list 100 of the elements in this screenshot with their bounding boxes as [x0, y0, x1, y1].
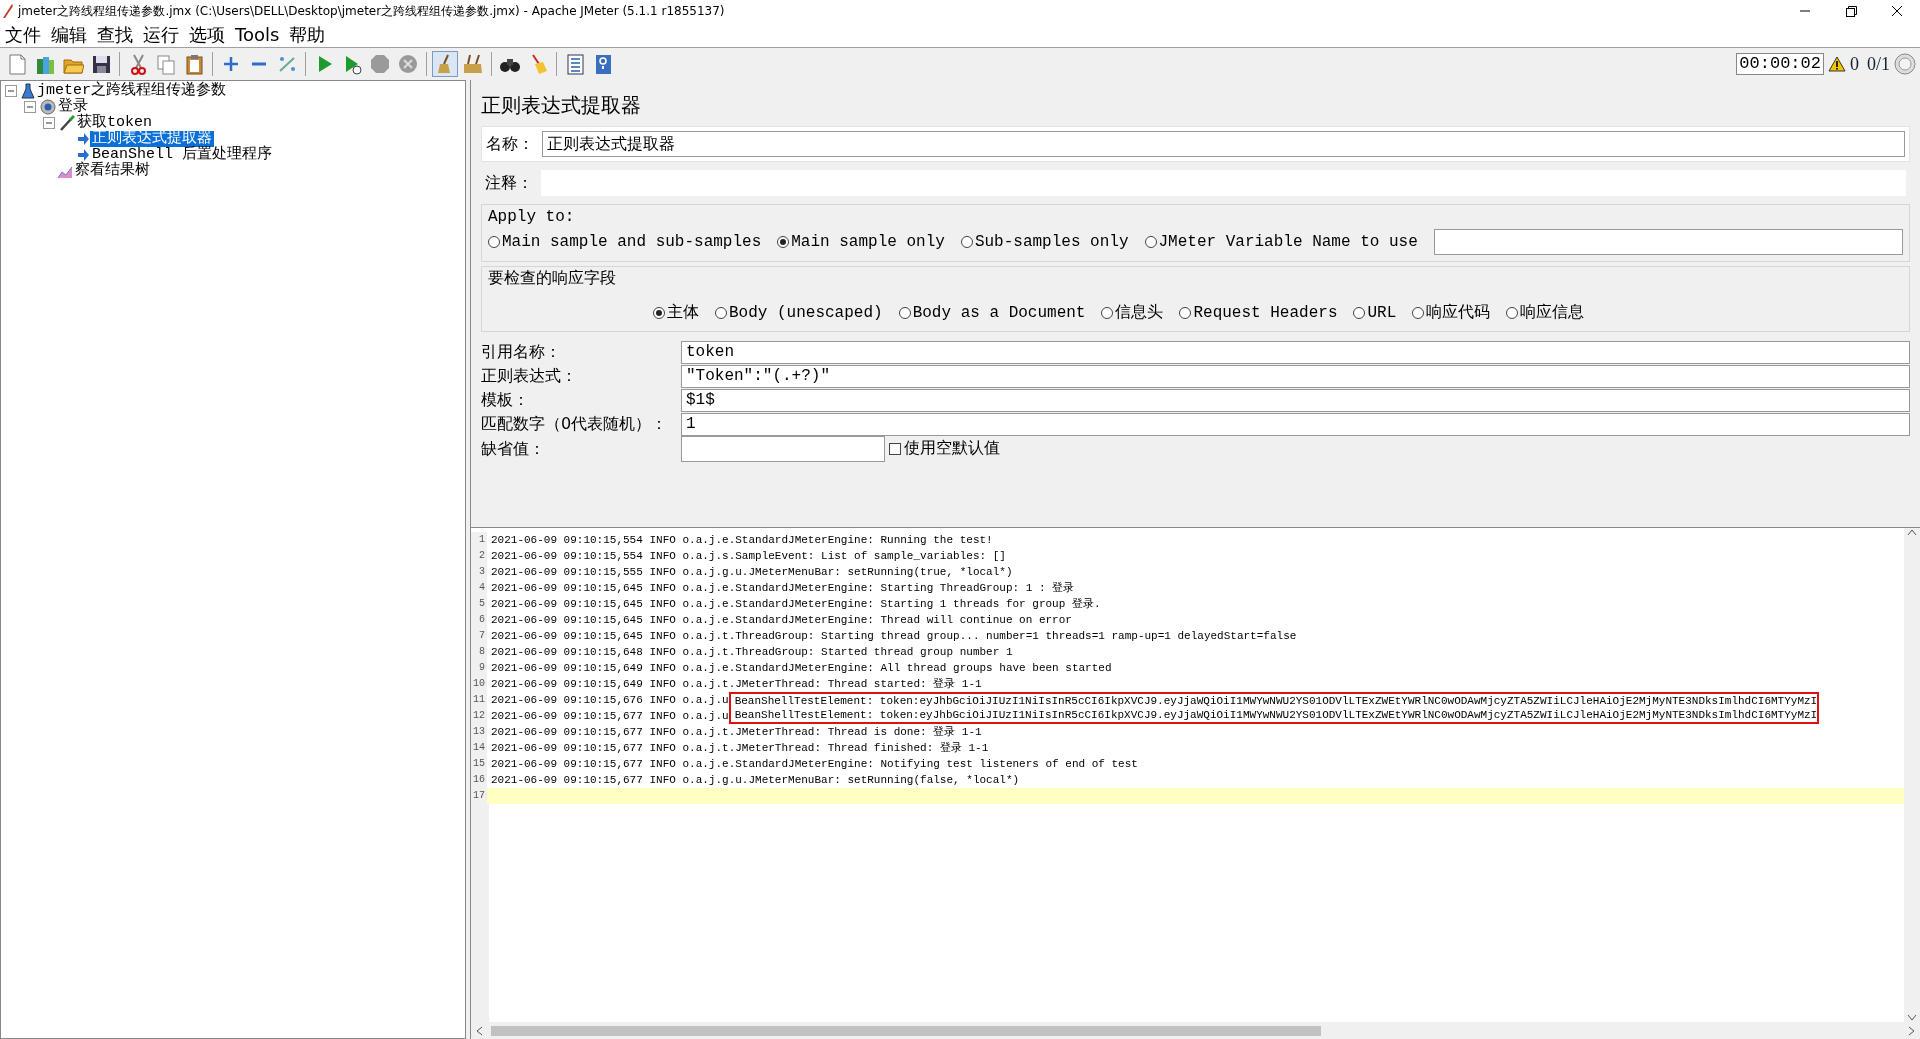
line-number: 12 [471, 708, 487, 724]
field-label: 引用名称： [481, 341, 562, 363]
log-line: 2021-06-09 09:10:15,676 INFO o.a.j.u [490, 693, 729, 708]
save-icon [90, 53, 112, 75]
tree-item[interactable]: 获取token [75, 115, 154, 131]
line-number: 3 [471, 564, 487, 580]
menu-item[interactable]: 选项 [184, 22, 230, 47]
radio-option[interactable]: 主体 [653, 301, 699, 325]
warning-count: 0 [1850, 52, 1859, 76]
log-line: 2021-06-09 09:10:15,554 INFO o.a.j.e.StandardJMeterEngine: Running the test! [490, 533, 993, 548]
arrow-icon [76, 147, 90, 163]
radio-option[interactable]: Main sample only [777, 230, 945, 254]
radio-option[interactable]: 响应代码 [1412, 301, 1491, 325]
list-icon [564, 53, 586, 75]
scroll-up-icon[interactable] [1907, 528, 1917, 536]
text-field[interactable]: 1 [681, 412, 1910, 436]
log-line: 2021-06-09 09:10:15,649 INFO o.a.j.t.JMeterThread: Thread started: 登录 1-1 [490, 677, 982, 692]
variable-name-field[interactable] [1433, 229, 1903, 255]
line-number: 13 [471, 724, 487, 740]
tree-item[interactable]: jmeter之跨线程组传递参数 [35, 83, 228, 99]
tree-item[interactable]: 察看结果树 [73, 163, 152, 179]
collapse-toggle-icon[interactable] [43, 116, 56, 130]
log-line: 2021-06-09 09:10:15,677 INFO o.a.j.t.JMeterThread: Thread is done: 登录 1-1 [490, 725, 982, 740]
radio-option[interactable]: URL [1353, 301, 1397, 325]
scroll-left-icon[interactable] [475, 1025, 483, 1036]
line-number: 5 [471, 596, 487, 612]
line-number: 8 [471, 644, 487, 660]
log-line: BeanShellTestElement: token:eyJhbGciOiJIUzI1NiIsInR5cCI6IkpXVCJ9.eyJjaWQiOiI1MWYwNWU2YS01ODVlLTExZWEtYWRlNC0wODAwMjcyZTA5ZWIiLCJleHAiOjE2MjMyNTE3NDksImlhdCI6MTYyMzI [733, 694, 1818, 708]
name-field[interactable]: 正则表达式提取器 [542, 131, 1905, 157]
line-number: 6 [471, 612, 487, 628]
menu-item[interactable]: 文件 [0, 22, 46, 47]
field-label: 匹配数字（0代表随机）： [481, 413, 669, 435]
log-line: 2021-06-09 09:10:15,645 INFO o.a.j.e.StandardJMeterEngine: Starting ThreadGroup: 1 : 登录 [490, 581, 1075, 596]
scrollbar-thumb[interactable] [491, 1025, 1321, 1036]
warning-icon [1828, 56, 1846, 72]
status-indicator-icon [1894, 53, 1916, 75]
flask-icon [21, 83, 35, 99]
log-line: 2021-06-09 09:10:15,677 INFO o.a.j.u [490, 709, 729, 724]
line-number: 11 [471, 692, 487, 708]
log-line: 2021-06-09 09:10:15,677 INFO o.a.j.e.StandardJMeterEngine: Notifying test listeners of end of test [490, 757, 1138, 772]
minus-icon [252, 62, 266, 66]
menu-item[interactable]: 运行 [138, 22, 184, 47]
text-field[interactable]: $1$ [681, 388, 1910, 412]
log-line: BeanShellTestElement: token:eyJhbGciOiJIUzI1NiIsInR5cCI6IkpXVCJ9.eyJjaWQiOiI1MWYwNWU2YS01ODVlLTExZWEtYWRlNC0wODAwMjcyZTA5ZWIiLCJleHAiOjE2MjMyNTE3NDksImlhdCI6MTYyMzI [733, 708, 1818, 722]
field-label: 名称： [486, 133, 534, 155]
line-number: 16 [471, 772, 487, 788]
line-number: 10 [471, 676, 487, 692]
brooms-icon [462, 53, 484, 75]
field-label: 正则表达式： [481, 365, 578, 387]
radio-option[interactable]: Body as a Document [898, 301, 1086, 325]
stop-icon [369, 53, 391, 75]
field-label: 注释： [485, 172, 533, 194]
log-line: 2021-06-09 09:10:15,677 INFO o.a.j.t.JMeterThread: Thread finished: 登录 1-1 [490, 741, 989, 756]
minimize-icon [1800, 10, 1810, 12]
radio-option[interactable]: Request Headers [1179, 301, 1338, 325]
radio-option[interactable]: Main sample and sub-samples [488, 230, 762, 254]
checkbox-option[interactable]: 使用空默认值 [889, 437, 1000, 461]
line-number: 9 [471, 660, 487, 676]
menu-item[interactable]: 查找 [92, 22, 138, 47]
new-file-icon [6, 53, 28, 75]
line-number: 17 [471, 788, 487, 804]
radio-option[interactable]: JMeter Variable Name to use [1144, 230, 1418, 254]
scroll-down-icon[interactable] [1907, 1014, 1917, 1022]
log-line: 2021-06-09 09:10:15,645 INFO o.a.j.e.StandardJMeterEngine: Thread will continue on error [490, 613, 1072, 628]
line-number: 15 [471, 756, 487, 772]
log-line: 2021-06-09 09:10:15,677 INFO o.a.j.g.u.JMeterMenuBar: setRunning(false, *local*) [490, 773, 1020, 788]
menu-item[interactable]: 编辑 [46, 22, 92, 47]
thread-count: 0/1 [1867, 52, 1890, 76]
group-title: Apply to: [488, 207, 576, 228]
pipette-icon [59, 115, 75, 131]
line-number: 4 [471, 580, 487, 596]
broom-button[interactable] [432, 51, 458, 77]
menu-item[interactable]: 帮助 [284, 22, 331, 47]
window-title: jmeter之跨线程组传递参数.jmx (C:\Users\DELL\Desktop\jmeter之跨线程组传递参数.jmx) - Apache JMeter (5.1.1 r1855137) [16, 3, 725, 20]
gear-icon [40, 99, 56, 115]
elapsed-time: 00:00:02 [1736, 53, 1824, 75]
radio-option[interactable]: 信息头 [1101, 301, 1164, 325]
log-line: 2021-06-09 09:10:15,648 INFO o.a.j.t.ThreadGroup: Started thread group number 1 [490, 645, 1013, 660]
log-line: 2021-06-09 09:10:15,645 INFO o.a.j.e.StandardJMeterEngine: Starting 1 threads for group 登录. [490, 597, 1101, 612]
scroll-right-icon[interactable] [1908, 1025, 1916, 1036]
log-line: 2021-06-09 09:10:15,645 INFO o.a.j.t.ThreadGroup: Starting thread group... number=1 threads=1 ramp-up=1 delayedStart=false [490, 629, 1297, 644]
radio-option[interactable]: Sub-samples only [960, 230, 1129, 254]
radio-option[interactable]: Body (unescaped) [715, 301, 883, 325]
panel-title: 正则表达式提取器 [481, 92, 642, 119]
radio-option[interactable]: 响应信息 [1506, 301, 1585, 325]
field-label: 缺省值： [481, 438, 546, 460]
collapse-toggle-icon[interactable] [24, 100, 37, 114]
clipboard-icon [183, 53, 205, 75]
close-circle-icon [397, 53, 419, 75]
collapse-toggle-icon[interactable] [5, 84, 18, 98]
menu-item[interactable]: Tools [230, 22, 285, 47]
group-title: 要检查的响应字段 [488, 268, 617, 290]
text-field[interactable]: token [681, 340, 1910, 364]
arrow-icon [76, 131, 90, 147]
text-field[interactable]: "Token":"(.+?)" [681, 364, 1910, 388]
field-label: 模板： [481, 389, 530, 411]
line-number: 1 [471, 532, 487, 548]
line-number: 7 [471, 628, 487, 644]
default-value-field[interactable] [681, 436, 885, 462]
log-line: 2021-06-09 09:10:15,555 INFO o.a.j.g.u.JMeterMenuBar: setRunning(true, *local*) [490, 565, 1013, 580]
